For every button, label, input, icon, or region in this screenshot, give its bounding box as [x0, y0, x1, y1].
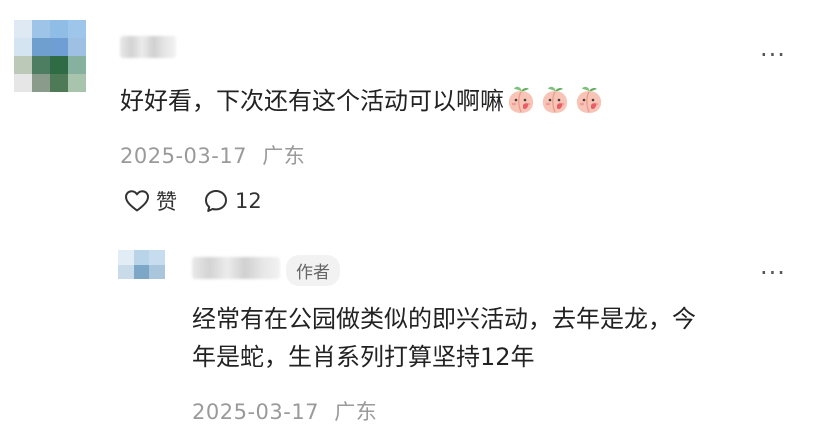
avatar-pixel	[149, 264, 165, 280]
avatar-pixel	[14, 56, 32, 74]
reply-text-line: 经常有在公园做类似的即兴活动，去年是龙，今	[192, 305, 696, 333]
avatar-pixel	[133, 279, 149, 294]
avatar-pixel	[50, 20, 68, 38]
reply-date: 2025-03-17	[192, 400, 320, 424]
comment-text: 好好看，下次还有这个活动可以啊嘛	[120, 82, 604, 120]
avatar-pixel	[68, 20, 86, 38]
comment-text-body: 好好看，下次还有这个活动可以啊嘛	[120, 87, 504, 115]
avatar-pixel	[14, 38, 32, 56]
avatar-pixel	[32, 20, 50, 38]
avatar-pixel	[14, 20, 32, 38]
avatar-pixel	[86, 20, 104, 38]
peach-emoji-icon	[542, 86, 568, 113]
avatar-pixel	[118, 264, 134, 280]
comment-location: 广东	[262, 144, 306, 168]
like-label: 赞	[156, 190, 177, 214]
avatar-pixel	[68, 38, 86, 56]
avatar-pixel	[50, 74, 68, 92]
avatar-pixel	[86, 74, 104, 92]
reply-count: 12	[235, 189, 262, 213]
avatar-pixel	[86, 38, 104, 56]
avatar-pixel	[164, 250, 180, 265]
heart-icon	[125, 190, 149, 212]
comment-date: 2025-03-17	[120, 144, 248, 168]
comment-actions: 赞 12	[124, 186, 262, 216]
avatar-pixel	[149, 279, 165, 294]
avatar-pixel	[32, 74, 50, 92]
avatar-pixel	[86, 92, 104, 110]
avatar[interactable]	[14, 20, 104, 110]
avatar-pixel	[149, 250, 165, 265]
avatar-pixel	[32, 38, 50, 56]
avatar-pixel	[68, 74, 86, 92]
reply-meta: 2025-03-17 广东	[192, 396, 377, 426]
avatar-pixel	[14, 92, 32, 110]
more-options-icon[interactable]: ···	[760, 43, 786, 67]
avatar-pixel	[32, 92, 50, 110]
reply-button[interactable]: 12	[203, 188, 262, 214]
comment-bubble-icon	[205, 190, 227, 212]
more-options-icon[interactable]: ···	[760, 261, 786, 285]
avatar-pixel	[133, 264, 149, 280]
avatar-pixel	[50, 56, 68, 74]
avatar[interactable]	[118, 250, 180, 294]
author-badge: 作者	[286, 255, 340, 286]
avatar-pixel	[32, 56, 50, 74]
avatar-pixel	[118, 250, 134, 265]
reply-text: 经常有在公园做类似的即兴活动，去年是龙，今 年是蛇，生肖系列打算坚持12年	[192, 300, 802, 376]
avatar-pixel	[164, 264, 180, 280]
username-blurred[interactable]	[120, 36, 176, 58]
peach-emoji-icon	[576, 86, 602, 113]
avatar-pixel	[164, 279, 180, 294]
reply-text-line: 年是蛇，生肖系列打算坚持12年	[192, 343, 535, 371]
like-button[interactable]: 赞	[124, 186, 177, 216]
avatar-pixel	[50, 38, 68, 56]
emoji-group	[506, 85, 604, 115]
avatar-pixel	[50, 92, 68, 110]
avatar-pixel	[68, 92, 86, 110]
peach-emoji-icon	[508, 86, 534, 113]
reply-location: 广东	[334, 400, 378, 424]
avatar-pixel	[68, 56, 86, 74]
avatar-pixel	[133, 250, 149, 265]
username-blurred[interactable]	[192, 257, 280, 279]
avatar-pixel	[118, 279, 134, 294]
avatar-pixel	[14, 74, 32, 92]
avatar-pixel	[86, 56, 104, 74]
comment-meta: 2025-03-17 广东	[120, 140, 305, 170]
